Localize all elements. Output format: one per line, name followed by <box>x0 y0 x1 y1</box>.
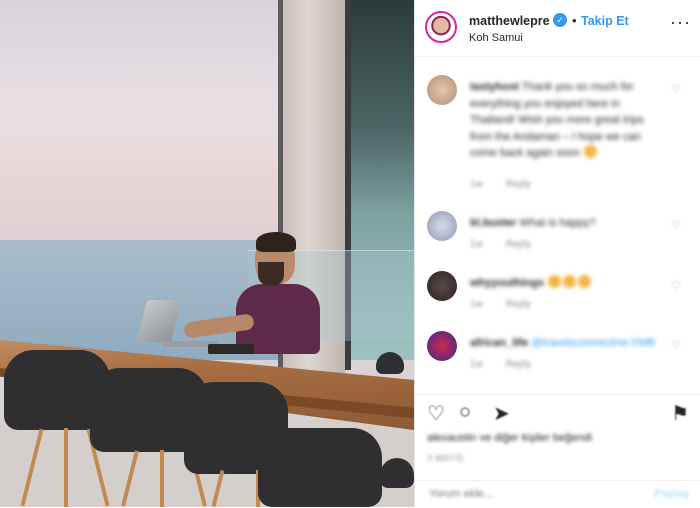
comment-meta: 1w Reply <box>470 359 551 370</box>
comment-time: 1w <box>470 359 483 370</box>
username-link[interactable]: matthewlepre <box>469 14 550 28</box>
likes-count[interactable]: alexaustin ve diğer kişiler beğendi <box>427 432 592 444</box>
emoji-icon <box>563 275 577 288</box>
bookmark-icon[interactable]: ⚑ <box>671 401 689 426</box>
comment-time: 1w <box>470 179 483 190</box>
comment-text: tastyhost Thank you so much for everythi… <box>470 79 660 162</box>
post-header: matthewlepre ✓ • Takip Et Koh Samui ··· <box>415 0 700 57</box>
smile-emoji-icon <box>584 145 598 158</box>
comment-author[interactable]: tastyhost <box>470 81 519 93</box>
comment-text: kt.buster What is happy? <box>470 215 660 232</box>
comment-avatar[interactable] <box>427 75 457 105</box>
post-photo[interactable] <box>0 0 414 507</box>
add-comment-bar: Paylaş <box>415 480 700 508</box>
comment-author[interactable]: african_life <box>470 337 528 349</box>
comment-avatar[interactable] <box>427 331 457 361</box>
comment-like-heart-icon[interactable]: ♡ <box>671 219 681 232</box>
reply-button[interactable]: Reply <box>506 359 532 370</box>
heart-icon[interactable]: ♡ <box>427 401 445 426</box>
photo-sky <box>0 0 290 245</box>
share-icon[interactable]: ➤ <box>493 401 510 426</box>
location-link[interactable]: Koh Samui <box>469 32 523 44</box>
comment-body: @travelsconnectme FMB <box>531 337 655 349</box>
emoji-icon <box>548 275 562 288</box>
follow-button[interactable]: Takip Et <box>581 14 629 28</box>
comment-meta: 1w Reply <box>470 239 551 250</box>
comment-like-heart-icon[interactable]: ♡ <box>671 279 681 292</box>
comment-like-heart-icon[interactable]: ♡ <box>671 83 681 96</box>
reply-button[interactable]: Reply <box>506 179 532 190</box>
comment-meta: 1w Reply <box>470 299 551 310</box>
comment-body: What is happy? <box>519 217 596 229</box>
comment-avatar[interactable] <box>427 211 457 241</box>
separator-dot: • <box>572 13 577 28</box>
reply-button[interactable]: Reply <box>506 239 532 250</box>
post-date: 3 MAYIS <box>427 453 464 463</box>
emoji-icon <box>578 275 592 288</box>
person-beard <box>258 262 284 286</box>
comment-meta: 1w Reply <box>470 179 551 190</box>
chair-leg <box>64 428 68 507</box>
post-comment-button[interactable]: Paylaş <box>654 488 689 500</box>
comment-text: whyyouthings <box>470 275 660 292</box>
post-side-panel: matthewlepre ✓ • Takip Et Koh Samui ··· … <box>414 0 700 507</box>
more-options-icon[interactable]: ··· <box>670 12 691 33</box>
chair-far-right <box>380 458 414 488</box>
chair-leg <box>160 450 164 507</box>
comment-like-heart-icon[interactable]: ♡ <box>671 339 681 352</box>
notebook <box>208 344 254 354</box>
comments-list[interactable]: tastyhost Thank you so much for everythi… <box>415 57 700 393</box>
post-actions-bar: ♡ ○ ➤ ⚑ <box>415 394 700 427</box>
chair-back-right <box>376 352 404 374</box>
comment-author[interactable]: kt.buster <box>470 217 516 229</box>
comment-time: 1w <box>470 239 483 250</box>
avatar[interactable] <box>425 11 457 43</box>
comment-avatar[interactable] <box>427 271 457 301</box>
comment-time: 1w <box>470 299 483 310</box>
verified-badge-icon: ✓ <box>553 13 567 27</box>
comment-icon[interactable]: ○ <box>459 401 471 424</box>
comment-text: african_life @travelsconnectme FMB <box>470 335 660 352</box>
reply-button[interactable]: Reply <box>506 299 532 310</box>
comment-input[interactable] <box>427 487 631 501</box>
chair-4 <box>258 428 382 507</box>
person-hair <box>256 232 296 252</box>
comment-author[interactable]: whyyouthings <box>470 277 544 289</box>
